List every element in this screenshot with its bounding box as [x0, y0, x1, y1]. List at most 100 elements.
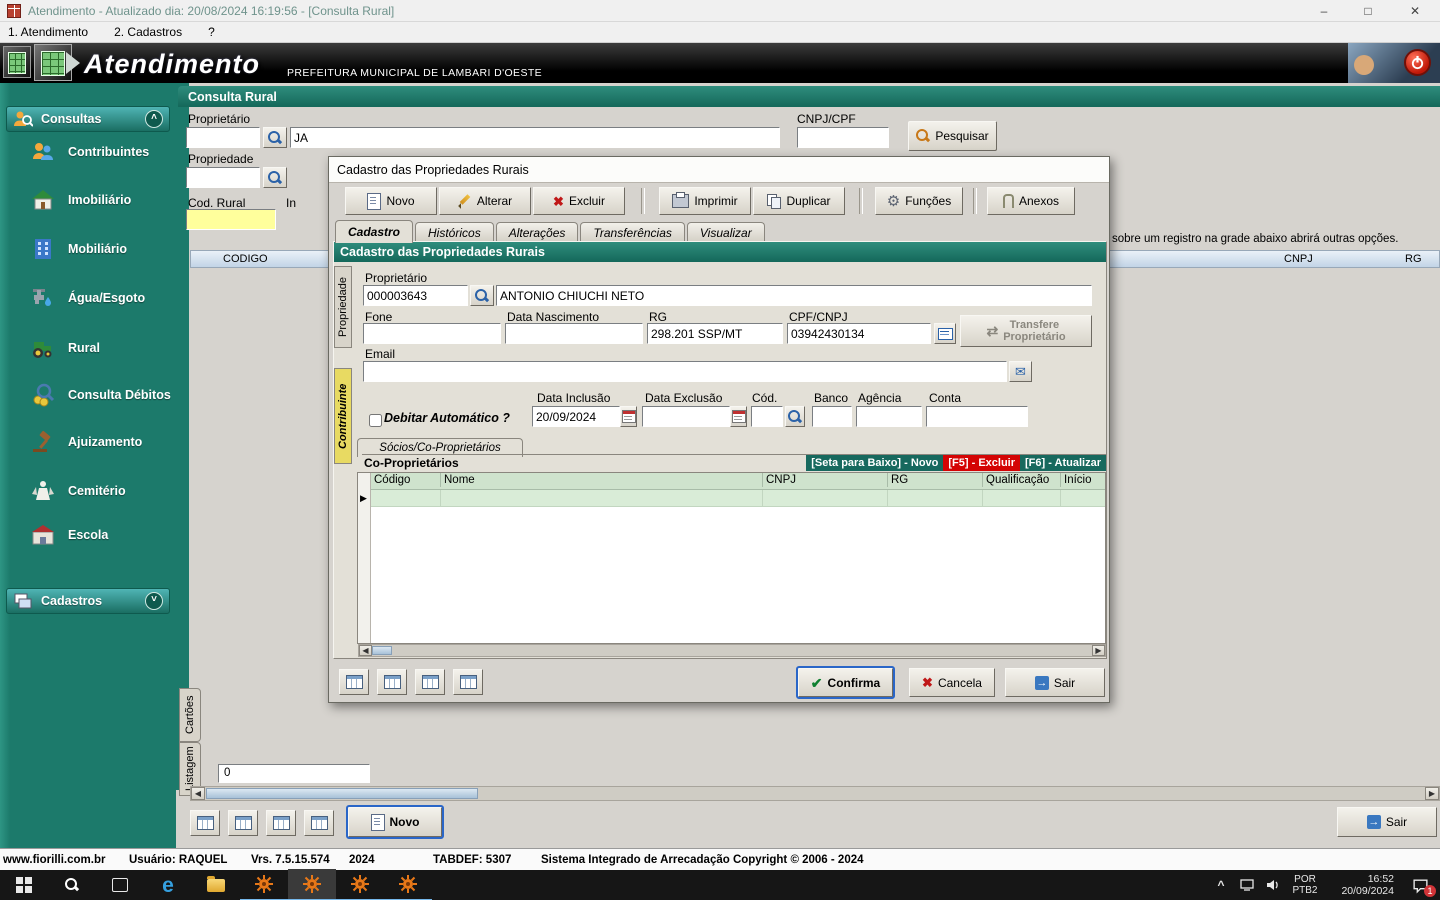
tab-alteracoes[interactable]: Alterações — [495, 222, 579, 243]
dlg-proprietario-code-input[interactable] — [363, 285, 468, 306]
file-explorer-icon[interactable] — [192, 870, 240, 900]
col-nome[interactable]: Nome — [441, 473, 763, 487]
main-grid-col-cnpj[interactable]: CNPJ — [1284, 253, 1313, 265]
toolbar-excluir-button[interactable]: ✖ Excluir — [533, 187, 625, 215]
pesquisar-button[interactable]: Pesquisar — [908, 121, 997, 151]
dialog-titlebar[interactable]: Cadastro das Propriedades Rurais — [329, 157, 1109, 183]
task-view-button[interactable] — [96, 870, 144, 900]
banco-input[interactable] — [812, 406, 852, 427]
tab-cartoes[interactable]: Cartões — [179, 688, 201, 742]
scroll-left-arrow[interactable]: ◀ — [191, 787, 205, 800]
app-icon-3[interactable] — [336, 869, 384, 900]
sidebar-item-agua-esgoto[interactable]: Água/Esgoto — [0, 274, 176, 322]
app-icon-2-active[interactable] — [288, 869, 336, 900]
debitar-automatico-checkbox[interactable] — [369, 414, 382, 427]
tray-display-icon[interactable] — [1234, 870, 1260, 900]
rg-input[interactable] — [647, 323, 783, 344]
col-qualificacao[interactable]: Qualificação — [983, 473, 1061, 487]
col-inicio[interactable]: Início — [1061, 473, 1103, 487]
transfere-proprietario-button[interactable]: ⇄ Transfere Proprietário — [960, 315, 1092, 347]
conta-input[interactable] — [926, 406, 1028, 427]
cancela-button[interactable]: ✖ Cancela — [909, 668, 995, 697]
email-button[interactable]: ✉ — [1009, 361, 1032, 382]
vtab-contribuinte[interactable]: Contribuinte — [334, 368, 352, 464]
proprietario-search-button[interactable] — [263, 127, 287, 148]
toolbar-anexos-button[interactable]: Anexos — [987, 187, 1075, 215]
scroll-right-arrow[interactable]: ▶ — [1425, 787, 1439, 800]
menu-item-help[interactable]: ? — [208, 25, 215, 39]
nav-first-button[interactable] — [190, 810, 220, 836]
grid-empty-row[interactable] — [371, 490, 1105, 507]
sidebar-item-mobiliario[interactable]: Mobiliário — [0, 225, 176, 273]
data-exclusao-input[interactable] — [642, 406, 730, 427]
sair-button[interactable]: → Sair — [1337, 807, 1437, 837]
cod-rural-input[interactable] — [186, 209, 276, 230]
dlg-proprietario-name-input[interactable] — [496, 285, 1092, 306]
data-exclusao-calendar-button[interactable] — [730, 406, 747, 427]
sidebar-item-cemiterio[interactable]: Cemitério — [0, 467, 176, 515]
propriedade-search-button[interactable] — [263, 167, 287, 188]
proprietario-code-input[interactable] — [186, 127, 260, 148]
tray-chevron-icon[interactable]: ^ — [1208, 870, 1234, 900]
confirma-button[interactable]: ✔ Confirma — [796, 666, 895, 699]
col-codigo[interactable]: Código — [371, 473, 441, 487]
data-inclusao-calendar-button[interactable] — [620, 406, 637, 427]
data-nascimento-input[interactable] — [505, 323, 643, 344]
sidebar-item-contribuintes[interactable]: Contribuintes — [0, 128, 176, 176]
dlg-proprietario-search-button[interactable] — [470, 285, 494, 306]
dlg-sair-button[interactable]: → Sair — [1005, 668, 1105, 697]
minimize-button[interactable]: – — [1302, 0, 1346, 22]
fone-input[interactable] — [363, 323, 501, 344]
main-horizontal-scrollbar[interactable]: ◀ ▶ — [190, 786, 1440, 801]
novo-button[interactable]: Novo — [346, 805, 444, 839]
sidebar-item-escola[interactable]: Escola — [0, 511, 176, 559]
dialog-horizontal-scrollbar[interactable]: ◀ ▶ — [358, 644, 1106, 657]
chevron-down-icon[interactable]: ˅ — [145, 592, 163, 610]
sidebar-item-imobiliario[interactable]: Imobiliário — [0, 176, 176, 224]
scroll-right-arrow[interactable]: ▶ — [1092, 645, 1105, 656]
tab-historicos[interactable]: Históricos — [415, 222, 494, 243]
propriedade-input[interactable] — [186, 167, 260, 188]
menu-item-cadastros[interactable]: 2. Cadastros — [114, 25, 182, 39]
cod-input[interactable] — [751, 406, 783, 427]
scroll-thumb[interactable] — [206, 788, 478, 799]
toolbar-funcoes-button[interactable]: ⚙ Funções — [875, 187, 963, 215]
email-input[interactable] — [363, 361, 1007, 382]
main-grid-col-rg[interactable]: RG — [1405, 253, 1422, 265]
cpf-card-button[interactable] — [934, 323, 956, 344]
data-inclusao-input[interactable] — [532, 406, 620, 427]
tab-visualizar[interactable]: Visualizar — [686, 222, 765, 243]
dlg-nav-first-button[interactable] — [339, 669, 369, 695]
tray-language-indicator[interactable]: POR PTB2 — [1286, 874, 1324, 896]
menu-item-atendimento[interactable]: 1. Atendimento — [8, 25, 88, 39]
tray-clock[interactable]: 16:52 20/09/2024 — [1324, 873, 1400, 897]
sidebar-splitter[interactable] — [176, 83, 189, 790]
toolbar-alterar-button[interactable]: Alterar — [439, 187, 531, 215]
action-center-icon[interactable]: 1 — [1400, 870, 1440, 900]
agencia-input[interactable] — [856, 406, 922, 427]
maximize-button[interactable]: □ — [1346, 0, 1390, 22]
main-grid-col-codigo[interactable]: CODIGO — [223, 253, 268, 265]
sidebar-group-cadastros[interactable]: Cadastros ˅ — [6, 588, 170, 614]
edge-icon[interactable]: e — [144, 870, 192, 900]
sidebar-item-ajuizamento[interactable]: Ajuizamento — [0, 418, 176, 466]
scroll-thumb[interactable] — [372, 646, 392, 655]
col-cnpj[interactable]: CNPJ — [763, 473, 888, 487]
taskbar-search-button[interactable] — [48, 870, 96, 900]
cod-search-button[interactable] — [785, 406, 805, 427]
dlg-nav-last-button[interactable] — [453, 669, 483, 695]
app-icon-1[interactable] — [240, 869, 288, 900]
cpf-cnpj-input[interactable] — [787, 323, 931, 344]
app-icon-4[interactable] — [384, 869, 432, 900]
vtab-propriedade[interactable]: Propriedade — [334, 266, 352, 348]
dlg-nav-next-button[interactable] — [415, 669, 445, 695]
chevron-up-icon[interactable]: ˄ — [145, 110, 163, 128]
toolbar-duplicar-button[interactable]: Duplicar — [753, 187, 845, 215]
close-button[interactable]: ✕ — [1390, 0, 1440, 22]
tab-transferencias[interactable]: Transferências — [580, 222, 685, 243]
scroll-left-arrow[interactable]: ◀ — [359, 645, 372, 656]
tab-cadastro[interactable]: Cadastro — [335, 220, 414, 243]
toolbar-imprimir-button[interactable]: Imprimir — [659, 187, 751, 215]
start-button[interactable] — [0, 870, 48, 900]
power-button-icon[interactable] — [1404, 49, 1431, 76]
